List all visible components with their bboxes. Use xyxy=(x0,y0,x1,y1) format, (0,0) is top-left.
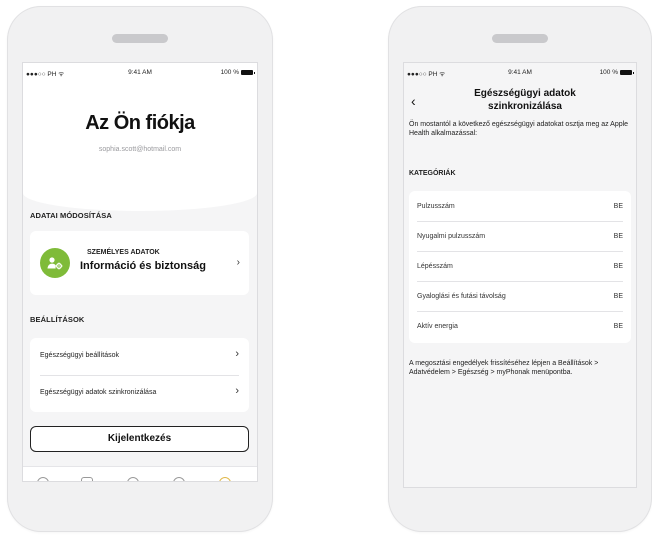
chevron-right-icon: › xyxy=(235,348,239,360)
battery-status: 100 % xyxy=(220,69,255,76)
category-status: BE xyxy=(613,293,623,300)
user-settings-icon xyxy=(47,257,63,270)
phone-frame-account: ●●●○○ PH ᯤ 9:41 AM 100 % Az Ön fiókja so… xyxy=(7,6,273,532)
battery-percent: 100 % xyxy=(599,69,618,76)
category-row[interactable]: Gyaloglási és futási távolság BE xyxy=(417,281,623,312)
chevron-right-icon: › xyxy=(236,257,240,268)
account-screen: ●●●○○ PH ᯤ 9:41 AM 100 % Az Ön fiókja so… xyxy=(22,62,258,482)
permissions-footer: A megosztási engedélyek frissítéséhez lé… xyxy=(409,360,599,376)
category-status: BE xyxy=(613,263,623,270)
categories-list: Pulzusszám BE Nyugalmi pulzusszám BE Lép… xyxy=(409,191,631,343)
phone-speaker xyxy=(492,34,548,43)
category-row[interactable]: Nyugalmi pulzusszám BE xyxy=(417,221,623,252)
sync-screen: ●●●○○ PH ᯤ 9:41 AM 100 % ‹ Egészségügyi … xyxy=(403,62,637,488)
chevron-left-icon[interactable]: ‹ xyxy=(411,93,416,109)
settings-list: Egészségügyi beállítások › Egészségügyi … xyxy=(30,338,249,412)
category-status: BE xyxy=(613,233,623,240)
section-label-account: ADATAI MÓDOSÍTÁSA xyxy=(30,211,112,220)
categories-label: KATEGÓRIÁK xyxy=(409,170,456,177)
category-status: BE xyxy=(613,203,623,210)
logout-button[interactable]: Kijelentkezés xyxy=(30,426,249,452)
tab-home-icon[interactable] xyxy=(37,477,49,481)
tab-devices-icon[interactable] xyxy=(81,477,93,481)
section-label-settings: BEÁLLÍTÁSOK xyxy=(30,315,85,324)
tab-health-icon[interactable] xyxy=(173,477,185,481)
personal-data-label: SZEMÉLYES ADATOK xyxy=(87,249,160,256)
tab-account-icon[interactable] xyxy=(219,477,231,481)
settings-item-label: Egészségügyi adatok szinkronizálása xyxy=(40,389,157,396)
category-name: Lépésszám xyxy=(417,263,453,270)
settings-item-label: Egészségügyi beállítások xyxy=(40,352,119,359)
stage: ●●●○○ PH ᯤ 9:41 AM 100 % Az Ön fiókja so… xyxy=(0,0,652,536)
tab-hearing-icon[interactable] xyxy=(127,477,139,481)
category-status: BE xyxy=(613,323,623,330)
category-name: Gyaloglási és futási távolság xyxy=(417,293,506,300)
battery-icon xyxy=(241,70,255,75)
personal-info-card[interactable]: SZEMÉLYES ADATOK Információ és biztonság… xyxy=(30,231,249,295)
category-row[interactable]: Aktív energia BE xyxy=(417,311,623,341)
status-bar: ●●●○○ PH ᯤ 9:41 AM 100 % xyxy=(23,63,257,81)
battery-status: 100 % xyxy=(599,69,634,76)
phone-frame-sync: ●●●○○ PH ᯤ 9:41 AM 100 % ‹ Egészségügyi … xyxy=(388,6,652,532)
page-title: Az Ön fiókja xyxy=(85,112,195,134)
category-row[interactable]: Pulzusszám BE xyxy=(417,191,623,222)
category-name: Pulzusszám xyxy=(417,203,455,210)
tab-bar xyxy=(23,466,257,481)
info-security-label: Információ és biztonság xyxy=(80,260,206,272)
sync-description: Ön mostantól a következő egészségügyi ad… xyxy=(409,121,629,137)
settings-item-health-settings[interactable]: Egészségügyi beállítások › xyxy=(40,338,239,376)
account-email: sophia.scott@hotmail.com xyxy=(98,146,182,153)
battery-icon xyxy=(620,70,634,75)
page-title-line2: szinkronizálása xyxy=(488,101,562,112)
account-header xyxy=(23,63,257,211)
status-bar: ●●●○○ PH ᯤ 9:41 AM 100 % xyxy=(404,63,636,81)
phone-speaker xyxy=(112,34,168,43)
chevron-right-icon: › xyxy=(235,385,239,397)
category-name: Aktív energia xyxy=(417,323,458,330)
category-row[interactable]: Lépésszám BE xyxy=(417,251,623,282)
page-title-line1: Egészségügyi adatok xyxy=(474,88,576,99)
avatar xyxy=(40,248,70,278)
battery-percent: 100 % xyxy=(220,69,239,76)
page-title: Egészségügyi adatok szinkronizálása xyxy=(434,87,616,113)
category-name: Nyugalmi pulzusszám xyxy=(417,233,486,240)
settings-item-health-sync[interactable]: Egészségügyi adatok szinkronizálása › xyxy=(40,375,239,412)
